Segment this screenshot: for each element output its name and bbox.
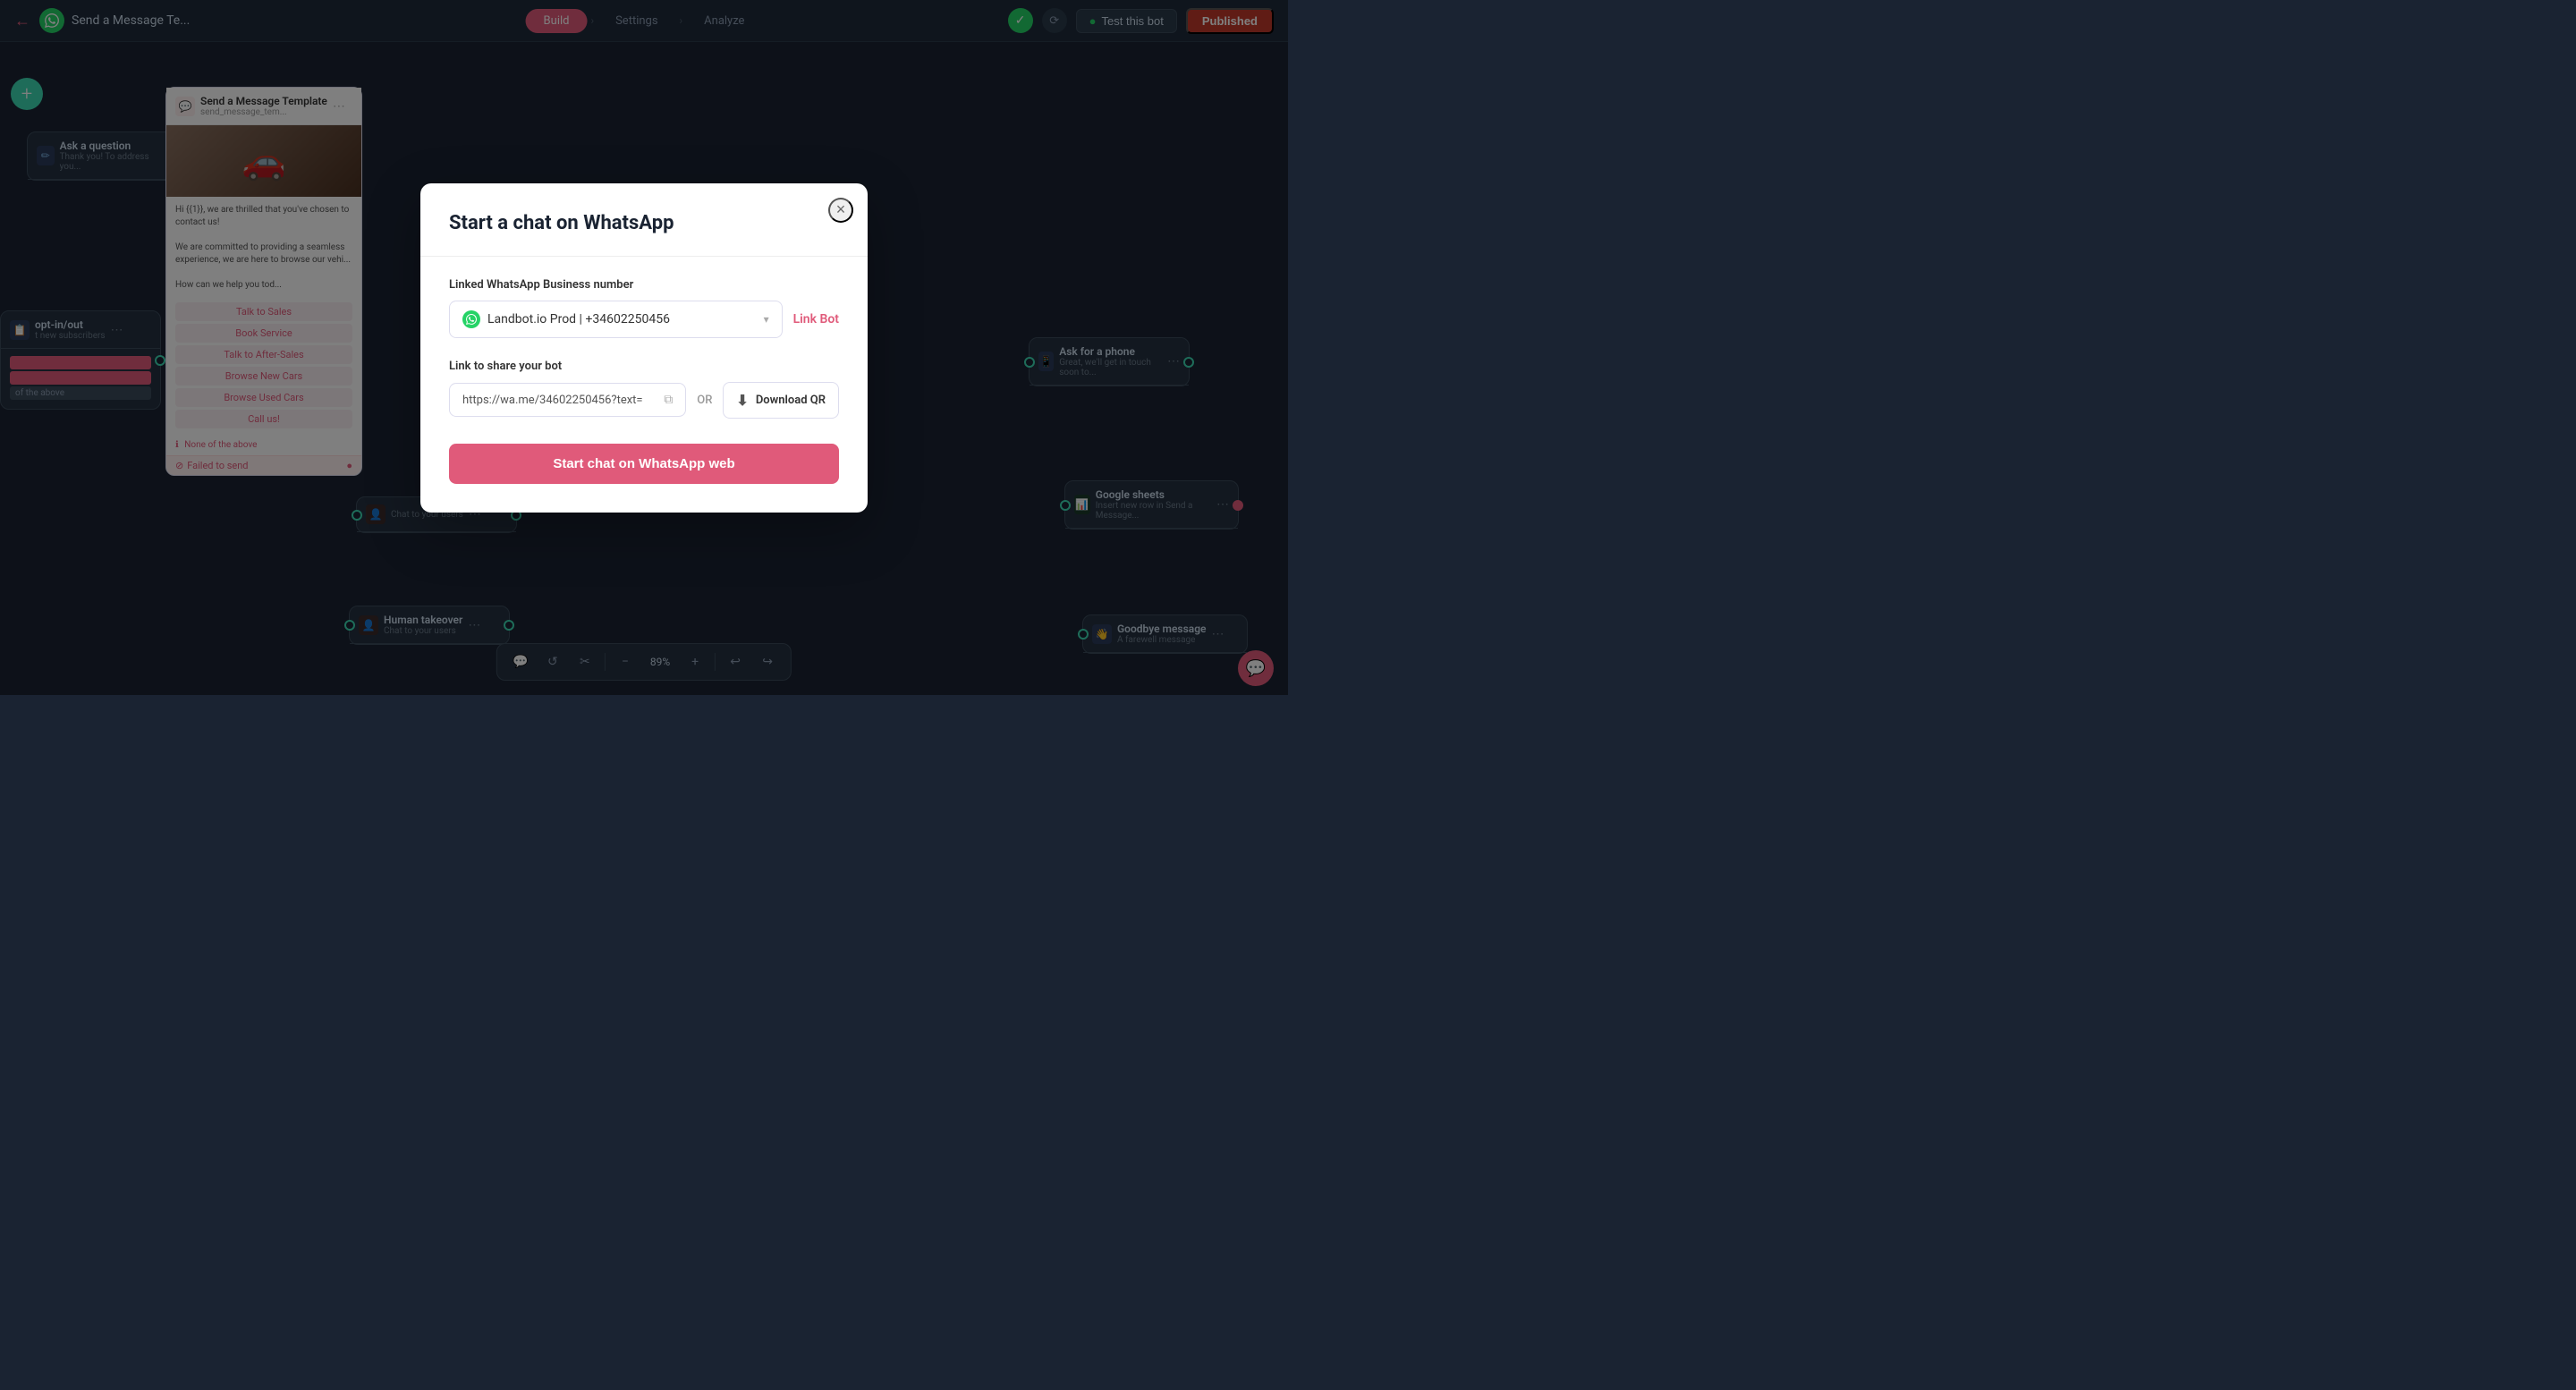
link-row: https://wa.me/34602250456?text= ⧉ OR ⬇ D…	[449, 382, 839, 419]
modal-divider	[420, 256, 868, 257]
linked-number-row: Landbot.io Prod | +34602250456 ▾ Link Bo…	[449, 301, 839, 338]
copy-link-icon[interactable]: ⧉	[664, 393, 673, 407]
link-input[interactable]: https://wa.me/34602250456?text= ⧉	[449, 383, 686, 417]
modal-overlay: × Start a chat on WhatsApp Linked WhatsA…	[0, 0, 1288, 695]
modal-close-button[interactable]: ×	[828, 198, 853, 223]
link-url-text: https://wa.me/34602250456?text=	[462, 394, 657, 407]
select-whatsapp-icon	[462, 310, 480, 328]
linked-number-label: Linked WhatsApp Business number	[449, 278, 839, 292]
download-qr-label: Download QR	[756, 394, 826, 407]
modal-title: Start a chat on WhatsApp	[449, 212, 839, 234]
start-chat-whatsapp-button[interactable]: Start chat on WhatsApp web	[449, 444, 839, 484]
or-separator: OR	[697, 394, 712, 407]
link-share-section: Link to share your bot https://wa.me/346…	[449, 360, 839, 419]
selected-number-text: Landbot.io Prod | +34602250456	[487, 312, 757, 326]
link-bot-button[interactable]: Link Bot	[793, 312, 839, 326]
download-qr-button[interactable]: ⬇ Download QR	[723, 382, 839, 419]
download-icon: ⬇	[736, 392, 748, 409]
select-chevron-icon: ▾	[764, 313, 769, 326]
start-chat-modal: × Start a chat on WhatsApp Linked WhatsA…	[420, 183, 868, 513]
link-share-label: Link to share your bot	[449, 360, 839, 373]
linked-number-select[interactable]: Landbot.io Prod | +34602250456 ▾	[449, 301, 783, 338]
